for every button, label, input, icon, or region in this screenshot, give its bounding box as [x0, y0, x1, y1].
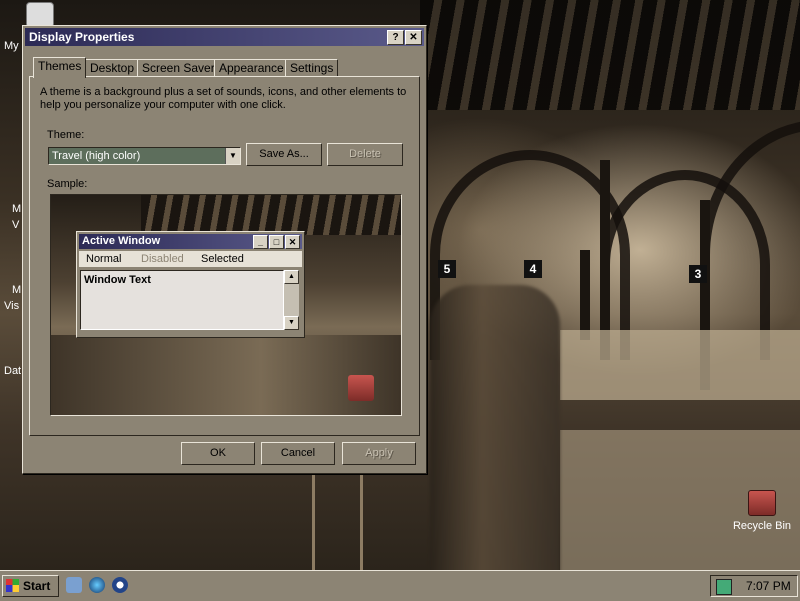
help-button[interactable]: ?	[387, 30, 404, 45]
clock[interactable]: 7:07 PM	[746, 576, 791, 596]
display-properties-dialog: Display Properties ? ✕ Themes Desktop Sc…	[22, 25, 427, 474]
menu-disabled: Disabled	[141, 253, 184, 265]
windows-logo-icon	[6, 579, 19, 592]
station-roof	[420, 0, 800, 110]
ok-button[interactable]: OK	[181, 442, 255, 465]
scroll-down-icon: ▼	[284, 316, 299, 330]
menu-normal: Normal	[86, 253, 122, 265]
dialog-titlebar[interactable]: Display Properties ? ✕	[25, 28, 424, 46]
station-platform	[560, 330, 800, 400]
sample-window-menu: Normal Disabled Selected	[79, 251, 302, 267]
save-as-button[interactable]: Save As...	[246, 143, 322, 166]
recycle-bin-glyph	[748, 490, 776, 516]
blurred-train	[430, 285, 560, 570]
platform-sign: 5	[438, 260, 456, 278]
cancel-button[interactable]: Cancel	[261, 442, 335, 465]
maximize-icon: □	[269, 235, 284, 249]
show-desktop-icon[interactable]	[66, 577, 82, 593]
network-tray-icon[interactable]	[716, 579, 732, 595]
desktop-icon-label[interactable]: My	[4, 40, 19, 52]
rail-track	[312, 470, 315, 570]
theme-select[interactable]: Travel (high color) ▼	[48, 147, 241, 165]
sample-wallpaper-roof	[141, 195, 401, 235]
tab-themes[interactable]: Themes	[33, 57, 87, 78]
theme-select-value: Travel (high color)	[52, 150, 141, 162]
delete-button[interactable]: Delete	[327, 143, 403, 166]
sample-window-body: Window Text	[80, 270, 284, 330]
desktop-icon-label[interactable]: Vis	[4, 300, 19, 312]
minimize-icon: _	[253, 235, 268, 249]
tab-settings[interactable]: Settings	[285, 59, 339, 77]
close-button[interactable]: ✕	[405, 30, 422, 45]
rail-track	[360, 470, 363, 570]
desktop-icon-label[interactable]: V	[12, 219, 19, 231]
start-button[interactable]: Start	[2, 575, 59, 597]
recycle-bin-label: Recycle Bin	[732, 520, 792, 532]
chevron-down-icon[interactable]: ▼	[225, 148, 240, 164]
platform-sign: 3	[689, 265, 707, 283]
sample-label: Sample:	[47, 178, 88, 190]
desktop-icon-label[interactable]: M	[12, 284, 21, 296]
desktop-icon-label[interactable]: M	[12, 203, 21, 215]
sample-window-title: Active Window	[82, 235, 161, 247]
close-icon: ✕	[285, 235, 300, 249]
platform-sign: 4	[524, 260, 542, 278]
theme-description: A theme is a background plus a set of so…	[40, 86, 407, 111]
scroll-up-icon: ▲	[284, 270, 299, 284]
sample-window-titlebar: Active Window _ □ ✕	[79, 234, 302, 249]
theme-sample-preview: Active Window _ □ ✕ Normal Disabled Sele…	[50, 194, 402, 416]
theme-label: Theme:	[47, 129, 85, 141]
start-label: Start	[23, 579, 51, 593]
tab-desktop[interactable]: Desktop	[85, 59, 140, 77]
dialog-title: Display Properties	[29, 30, 135, 44]
menu-selected: Selected	[201, 253, 244, 265]
internet-explorer-icon[interactable]	[89, 577, 105, 593]
sample-scrollbar: ▲ ▼	[284, 270, 299, 330]
tab-screen-saver[interactable]: Screen Saver	[137, 59, 220, 77]
sample-active-window: Active Window _ □ ✕ Normal Disabled Sele…	[76, 231, 305, 338]
taskbar: Start 7:07 PM	[0, 570, 800, 601]
desktop-icon-label[interactable]: Dat	[4, 365, 21, 377]
recycle-bin-icon[interactable]: Recycle Bin	[727, 490, 797, 532]
media-player-icon[interactable]	[112, 577, 128, 593]
station-pillar	[580, 250, 590, 340]
apply-button[interactable]: Apply	[342, 442, 416, 465]
system-tray: 7:07 PM	[710, 575, 798, 597]
tab-appearance[interactable]: Appearance	[214, 59, 289, 77]
sample-recycle-icon	[348, 375, 374, 401]
